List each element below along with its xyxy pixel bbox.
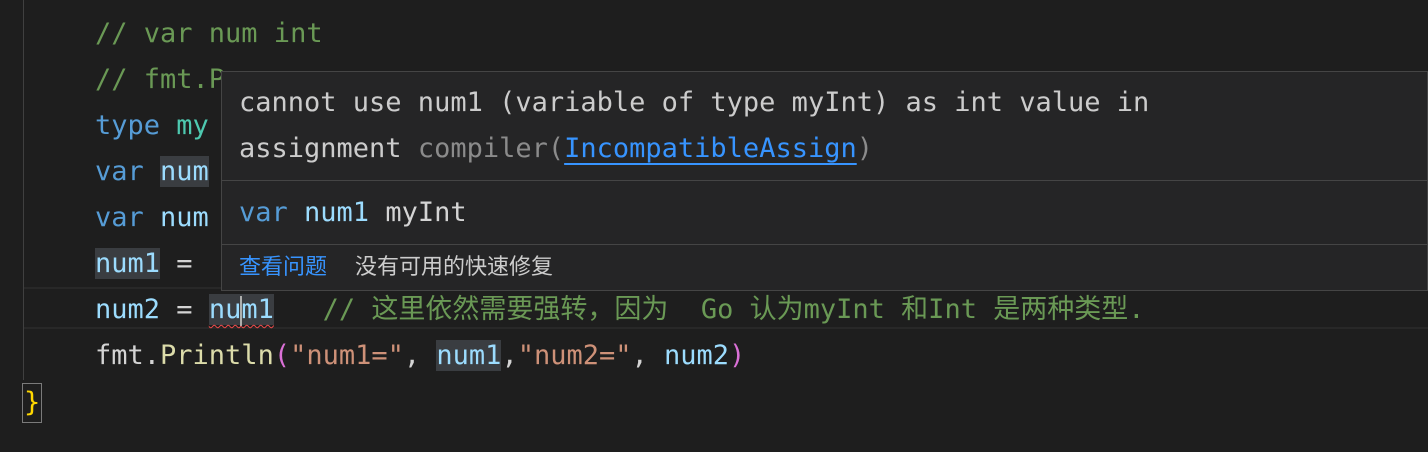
- comment: // var num int: [95, 18, 323, 49]
- variable: num: [143, 202, 209, 233]
- hover-tooltip[interactable]: cannot use num1 (variable of type myInt)…: [221, 71, 1428, 291]
- code-line[interactable]: // fmt.Pr: [0, 57, 241, 103]
- signature: var num1 myInt: [239, 197, 467, 228]
- variable: num2: [95, 294, 161, 325]
- operator: =: [160, 294, 209, 325]
- divider: [222, 180, 1427, 181]
- no-quick-fix-text: 没有可用的快速修复: [355, 255, 554, 280]
- view-problem-link[interactable]: 查看问题: [239, 255, 327, 280]
- error-code-link[interactable]: IncompatibleAssign: [564, 133, 857, 164]
- error-message: cannot use num1 (variable of type myInt)…: [239, 87, 1150, 164]
- keyword: var: [95, 156, 144, 187]
- code-line[interactable]: var num: [0, 195, 209, 241]
- variable-highlight: num1: [95, 248, 161, 279]
- keyword: type: [95, 110, 161, 141]
- code-line[interactable]: fmt.Println("num1=", num1,"num2=", num2): [0, 333, 745, 379]
- variable-highlight: num1: [436, 340, 502, 371]
- operator: =: [160, 248, 209, 279]
- variable: num2: [664, 340, 730, 371]
- code-line[interactable]: }: [0, 379, 65, 425]
- error-squiggle-variable[interactable]: num1: [208, 294, 274, 326]
- code-line[interactable]: // var num int: [0, 11, 323, 57]
- variable-highlight: num: [160, 156, 209, 187]
- type-name: my: [160, 110, 209, 141]
- string-literal: "num1=": [290, 340, 404, 371]
- package-name: fmt.: [95, 340, 161, 371]
- code-line[interactable]: num1 =: [0, 241, 193, 287]
- code-line[interactable]: var num: [0, 149, 209, 195]
- code-editor[interactable]: // var num int // fmt.Pr type my var num…: [0, 0, 1428, 452]
- hover-actions: 查看问题 没有可用的快速修复: [239, 245, 553, 291]
- code-line[interactable]: type my: [0, 103, 209, 149]
- paren: ): [729, 340, 746, 371]
- closing-brace: }: [22, 383, 43, 423]
- keyword: var: [95, 202, 144, 233]
- comment: // 这里依然需要强转，因为 Go 认为myInt 和Int 是两种类型.: [273, 294, 1145, 325]
- paren: (: [273, 340, 291, 371]
- function-name: Println: [160, 340, 274, 371]
- code-line-current[interactable]: num2 = num1 // 这里依然需要强转，因为 Go 认为myInt 和I…: [0, 287, 1428, 333]
- comment: // fmt.Pr: [95, 64, 242, 95]
- string-literal: "num2=": [517, 340, 632, 371]
